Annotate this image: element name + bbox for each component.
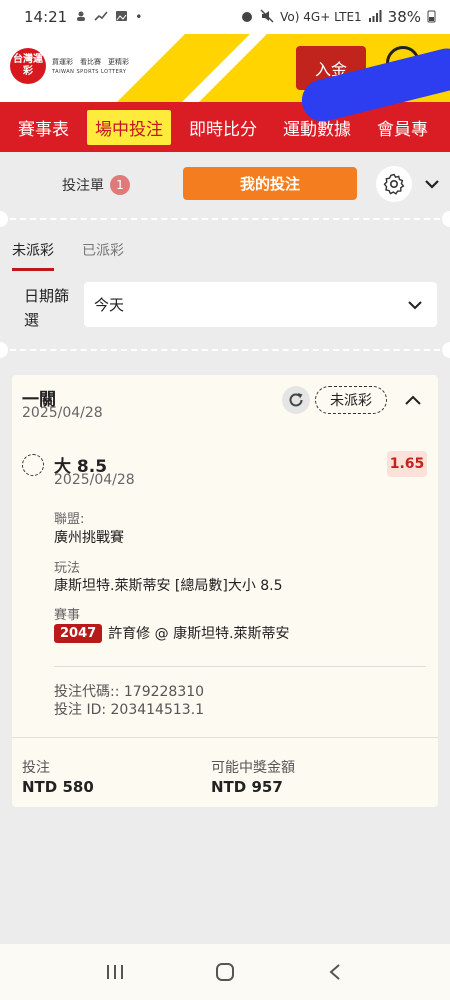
slip-header: 投注單 1 我的投注 [0,158,450,210]
bet-slip-label: 投注單 [62,178,104,194]
event-line: 2047 許育修 @ 康斯坦特.萊斯蒂安 [54,623,290,643]
divider [12,737,438,738]
selection-date: 2025/04/28 [54,472,135,488]
date-filter-label: 日期篩選 [24,287,70,329]
selection-status-icon [22,454,44,476]
chevron-up-icon[interactable] [402,389,424,411]
divider [54,666,426,667]
odds-badge: 1.65 [387,451,427,477]
league-label: 聯盟: [54,512,85,527]
gear-icon[interactable] [376,166,412,202]
nav-item-member[interactable]: 會員專 [369,110,436,145]
bet-slip-count-badge: 1 [110,175,130,195]
bet-card: 一關 2025/04/28 未派彩 大 8.5 2025/04/28 1.65 … [12,375,438,807]
stake-value: NTD 580 [22,778,94,796]
logo-text: 買運彩 看比賽 更精彩 TAIWAN SPORTS LOTTERY [52,57,129,75]
bet-id: 投注 ID: 203414513.1 [54,702,205,718]
bet-date: 2025/04/28 [22,405,103,421]
payout-value: NTD 957 [211,778,283,796]
event-label: 賽事 [54,608,81,623]
bet-status-badge: 未派彩 [315,386,387,414]
recent-apps-icon[interactable] [95,952,135,992]
notification-icons: • [75,10,142,25]
chevron-down-icon [407,296,423,314]
market-label: 玩法 [54,561,81,576]
subtabs: 未派彩 已派彩 [12,240,124,271]
status-bar: 14:21 • Vo) 4G+ LTE1 38% [0,0,450,34]
main-nav: 賽事表 場中投注 即時比分 運動數據 會員專 [0,102,450,152]
alarm-icon [240,9,254,26]
tab-settled[interactable]: 已派彩 [82,240,124,271]
bet-code: 投注代碼:: 179228310 [54,684,205,700]
dashed-separator [10,349,440,351]
person-icon [75,10,87,25]
market-value: 康斯坦特.萊斯蒂安 [總局數]大小 8.5 [54,578,283,594]
event-name: 許育修 @ 康斯坦特.萊斯蒂安 [108,626,290,642]
date-filter-value: 今天 [94,296,125,314]
refresh-icon[interactable] [282,386,310,414]
nav-item-live-betting[interactable]: 場中投注 [87,109,171,145]
back-icon[interactable] [315,952,355,992]
battery-level: 38% [387,8,421,26]
stake-label: 投注 [22,760,50,776]
chevron-down-icon[interactable] [422,174,442,194]
payout-label: 可能中獎金額 [211,760,295,776]
date-filter-select[interactable]: 今天 [84,282,437,327]
my-bets-button[interactable]: 我的投注 [183,167,357,200]
logo-english: TAIWAN SPORTS LOTTERY [52,69,127,75]
logo-slogan: 買運彩 看比賽 更精彩 [52,58,129,66]
league-value: 廣州挑戰賽 [54,530,124,546]
system-nav-bar [0,944,450,1000]
tab-bet-slip[interactable]: 投注單 1 [62,175,130,195]
tab-unsettled[interactable]: 未派彩 [12,240,54,271]
nav-item-live-scores[interactable]: 即時比分 [181,110,265,145]
nav-item-schedule[interactable]: 賽事表 [18,110,77,145]
trending-icon [94,10,108,25]
ticket-notch [0,342,8,358]
ticket-notch [442,342,450,358]
signal-icon [368,9,382,25]
event-id-badge: 2047 [54,623,103,643]
logo[interactable]: 台灣運彩 買運彩 看比賽 更精彩 TAIWAN SPORTS LOTTERY [10,48,129,84]
ticket-notch [0,211,8,227]
logo-badge: 台灣運彩 [10,48,46,84]
dot-icon: • [135,10,143,24]
image-icon [115,10,128,25]
home-icon[interactable] [205,952,245,992]
battery-icon [427,9,436,26]
status-time: 14:21 [24,8,68,26]
ticket-notch [442,211,450,227]
dashed-separator [10,218,440,220]
bet-panel: 投注單 1 我的投注 未派彩 已派彩 日期篩選 今天 一關 2025/04/28… [0,158,450,948]
network-label: Vo) 4G+ LTE1 [280,10,362,24]
system-icons: Vo) 4G+ LTE1 38% [240,8,436,26]
mute-icon [260,9,274,26]
